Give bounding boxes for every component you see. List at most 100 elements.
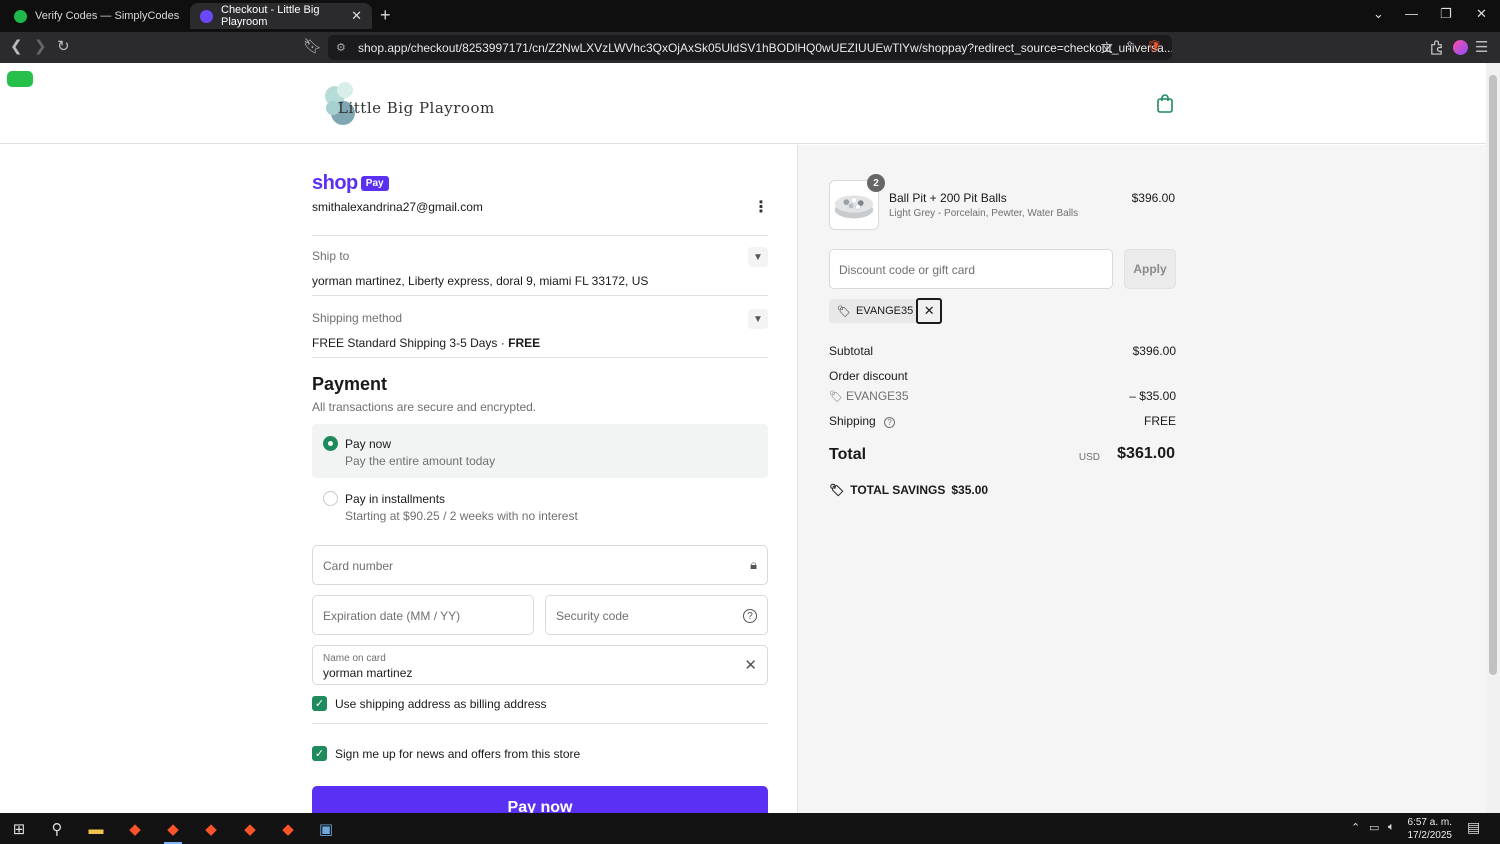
minimize-icon[interactable]: — xyxy=(1405,6,1418,21)
brave-browser-icon[interactable]: ◆ xyxy=(240,819,260,839)
name-on-card-field[interactable]: Name on card yorman martinez ✕ xyxy=(312,645,768,685)
name-on-card-value: yorman martinez xyxy=(323,666,413,680)
pay-now-button[interactable]: Pay now xyxy=(312,786,768,813)
search-icon[interactable]: ⚲ xyxy=(47,819,67,839)
simplycodes-favicon-icon xyxy=(14,9,27,23)
shipping-row: Shipping ? FREE xyxy=(829,414,1176,428)
card-number-field[interactable]: Card number 🔒︎ xyxy=(312,545,768,585)
shipping-method-value: FREE Standard Shipping 3-5 Days · FREE xyxy=(312,336,541,350)
option-subtitle: Starting at $90.25 / 2 weeks with no int… xyxy=(345,509,578,523)
card-number-placeholder: Card number xyxy=(323,559,394,573)
shopping-bag-icon[interactable] xyxy=(1156,93,1174,113)
reload-icon[interactable]: ↻ xyxy=(57,37,70,55)
brave-browser-icon[interactable]: ◆ xyxy=(278,819,298,839)
more-options-icon[interactable]: ⋮ xyxy=(753,197,769,217)
tab-simplycodes[interactable]: Verify Codes — SimplyCodes xyxy=(4,3,190,29)
radio-installments[interactable] xyxy=(323,491,338,506)
shipping-method-section[interactable]: Shipping method FREE Standard Shipping 3… xyxy=(312,296,768,358)
applied-discount-chip: 🏷︎ EVANGE35 ✕ xyxy=(829,298,943,324)
page-scrollbar[interactable] xyxy=(1486,63,1500,813)
divider xyxy=(312,723,768,724)
expiration-date-field[interactable]: Expiration date (MM / YY) xyxy=(312,595,534,635)
brave-browser-icon[interactable]: ◆ xyxy=(125,819,145,839)
subtotal-label: Subtotal xyxy=(829,344,874,358)
restore-icon[interactable]: ❐ xyxy=(1440,6,1452,22)
news-checkbox-row[interactable]: ✓ Sign me up for news and offers from th… xyxy=(312,746,580,761)
billing-checkbox-row[interactable]: ✓ Use shipping address as billing addres… xyxy=(312,696,546,711)
close-tab-icon[interactable]: ✕ xyxy=(351,8,362,24)
expiration-placeholder: Expiration date (MM / YY) xyxy=(323,609,461,623)
site-info-icon[interactable]: ⚙ xyxy=(336,41,346,54)
order-summary: 2 Ball Pit + 200 Pit Balls Light Grey - … xyxy=(797,145,1486,813)
brave-browser-icon[interactable]: ◆ xyxy=(163,819,183,839)
translate-icon[interactable]: 文 xyxy=(1101,39,1113,56)
clear-icon[interactable]: ✕ xyxy=(744,656,757,674)
brave-browser-icon[interactable]: ◆ xyxy=(201,819,221,839)
close-window-icon[interactable]: ✕ xyxy=(1476,6,1487,22)
option-pay-now[interactable]: Pay now Pay the entire amount today xyxy=(312,424,768,478)
security-code-field[interactable]: Security code ? xyxy=(545,595,768,635)
extension-badge[interactable] xyxy=(7,71,33,87)
windows-taskbar: ⊞ ⚲ ▬ ◆ ◆ ◆ ◆ ◆ ▣ ⌃ ▭ 🔈︎ 6:57 a. m. 17/2… xyxy=(0,813,1500,844)
remove-discount-icon[interactable]: ✕ xyxy=(916,298,943,324)
discount-code-row: 🏷︎ EVANGE35 – $35.00 xyxy=(829,389,1176,403)
news-checkbox[interactable]: ✓ xyxy=(312,746,327,761)
forward-icon[interactable]: ❯ xyxy=(34,37,47,55)
brave-shields-icon[interactable]: 🛡︎ xyxy=(1147,39,1162,56)
shop-pay-logo: shop Pay xyxy=(312,172,389,195)
payment-title: Payment xyxy=(312,374,388,394)
windows-start-icon[interactable]: ⊞ xyxy=(9,819,29,839)
total-value: $361.00 xyxy=(1117,445,1175,462)
store-header: Little Big Playroom xyxy=(0,63,1486,144)
notifications-icon[interactable]: ▤ xyxy=(1467,819,1480,836)
wallet-icon[interactable] xyxy=(1453,40,1468,55)
menu-icon[interactable]: ☰ xyxy=(1475,38,1488,56)
radio-pay-now[interactable] xyxy=(323,436,338,451)
discount-value: – $35.00 xyxy=(1129,389,1176,403)
app-icon[interactable]: ▣ xyxy=(316,819,336,839)
checkout-form: shop Pay smithalexandrina27@gmail.com ⋮ … xyxy=(0,145,797,813)
product-price: $396.00 xyxy=(1131,191,1175,205)
applied-code: EVANGE35 xyxy=(855,305,914,317)
chevron-down-icon[interactable]: ▼ xyxy=(748,309,768,329)
back-icon[interactable]: ❮ xyxy=(10,37,23,55)
chevron-down-icon[interactable]: ▼ xyxy=(748,247,768,267)
total-savings: 🏷︎ TOTAL SAVINGS $35.00 xyxy=(829,483,988,497)
order-discount-label: Order discount xyxy=(829,369,908,383)
option-title: Pay now xyxy=(345,437,392,451)
extensions-icon[interactable] xyxy=(1429,40,1444,55)
billing-checkbox[interactable]: ✓ xyxy=(312,696,327,711)
news-checkbox-label: Sign me up for news and offers from this… xyxy=(335,746,581,761)
product-variant: Light Grey - Porcelain, Pewter, Water Ba… xyxy=(889,208,1079,219)
shipping-label: Shipping xyxy=(829,414,876,428)
discount-code: EVANGE35 xyxy=(846,389,909,403)
info-icon[interactable]: ? xyxy=(884,417,896,428)
option-subtitle: Pay the entire amount today xyxy=(345,454,496,468)
show-hidden-icons-icon[interactable]: ⌃ xyxy=(1351,821,1360,834)
shipping-value: FREE xyxy=(1143,414,1176,428)
discount-code-input[interactable]: Discount code or gift card xyxy=(829,249,1113,289)
volume-icon[interactable]: 🔈︎ xyxy=(1388,821,1395,834)
payment-subtitle: All transactions are secure and encrypte… xyxy=(312,400,537,414)
lock-icon: 🔒︎ xyxy=(750,557,757,572)
clock[interactable]: 6:57 a. m. 17/2/2025 xyxy=(1408,816,1453,842)
apply-button[interactable]: Apply xyxy=(1124,249,1176,289)
option-pay-in-installments[interactable]: Pay in installments Starting at $90.25 /… xyxy=(312,479,768,533)
help-icon[interactable]: ? xyxy=(743,609,757,623)
tab-title: Verify Codes — SimplyCodes xyxy=(35,10,180,22)
browser-toolbar: ❮ ❯ ↻ 🔖︎ ⚙ shop.app/checkout/8253997171/… xyxy=(0,32,1500,63)
security-placeholder: Security code xyxy=(556,609,629,623)
tab-list-icon[interactable]: ⌄ xyxy=(1373,6,1384,22)
network-icon[interactable]: ▭ xyxy=(1369,821,1379,834)
scrollbar-thumb[interactable] xyxy=(1489,75,1497,675)
ship-to-section[interactable]: Ship to yorman martinez, Liberty express… xyxy=(312,235,768,296)
address-bar[interactable]: ⚙ shop.app/checkout/8253997171/cn/Z2NwLX… xyxy=(328,35,1172,60)
bookmark-icon[interactable]: 🔖︎ xyxy=(303,37,322,55)
tag-icon: 🏷︎ xyxy=(829,391,847,403)
tab-checkout[interactable]: Checkout - Little Big Playroom ✕ xyxy=(190,3,372,29)
share-icon[interactable]: ⇪ xyxy=(1125,39,1135,56)
product-name: Ball Pit + 200 Pit Balls xyxy=(889,191,1007,205)
checkout-favicon-icon xyxy=(200,9,213,23)
file-explorer-icon[interactable]: ▬ xyxy=(86,819,106,839)
new-tab-button[interactable]: + xyxy=(380,5,391,26)
